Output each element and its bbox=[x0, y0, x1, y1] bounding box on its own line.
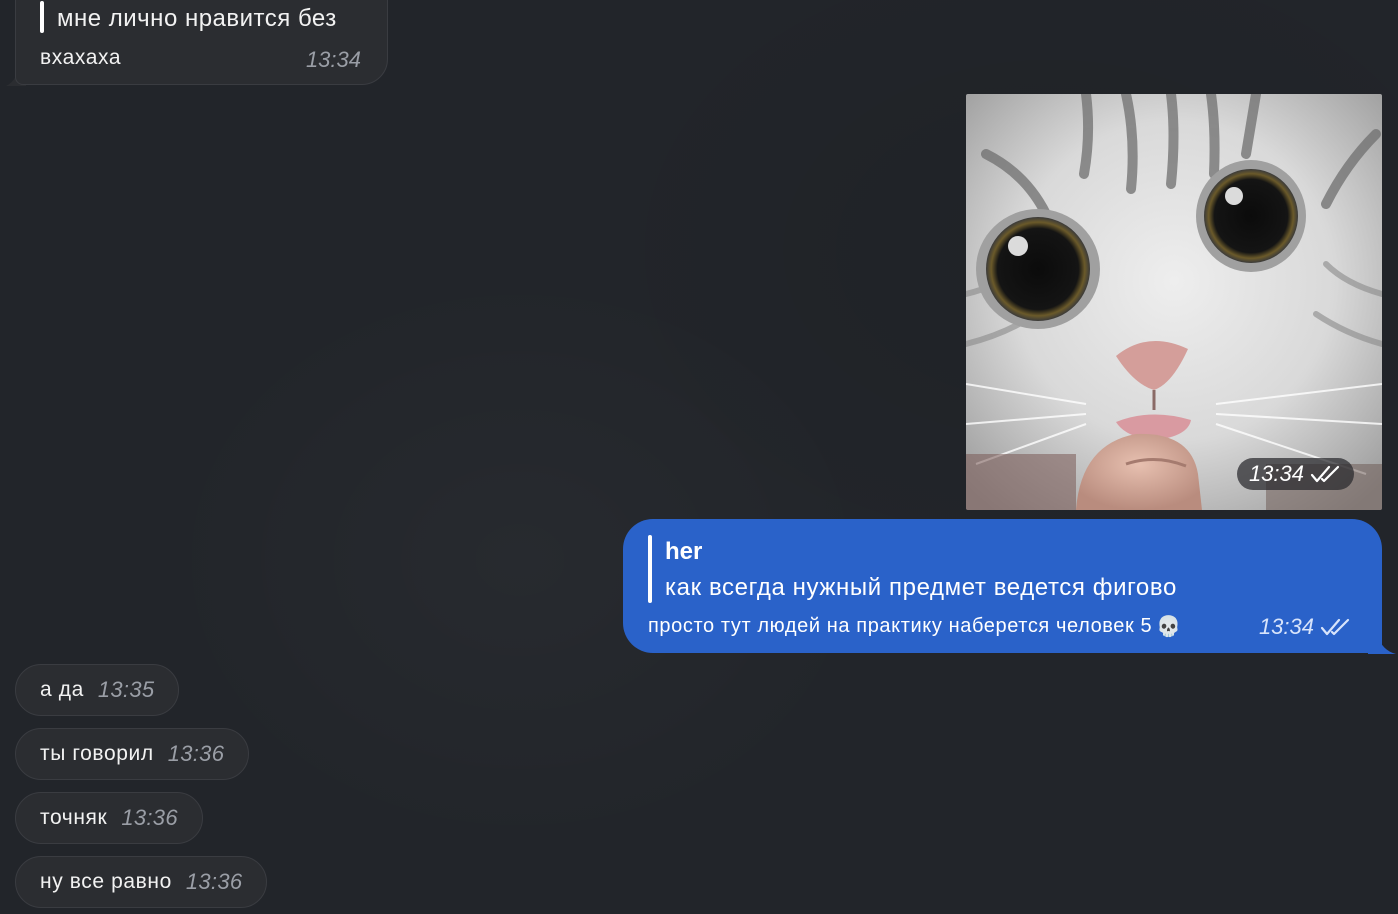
message-body: просто тут людей на практику наберется ч… bbox=[648, 614, 1182, 639]
incoming-message[interactable]: точняк 13:36 bbox=[15, 792, 203, 844]
double-check-icon bbox=[1310, 465, 1340, 483]
skull-emoji: 💀 bbox=[1156, 616, 1182, 638]
cat-photo bbox=[966, 94, 1382, 510]
message-time: 13:34 bbox=[305, 47, 361, 72]
message-text: ну все равно bbox=[40, 870, 172, 893]
incoming-message[interactable]: ну все равно 13:36 bbox=[15, 856, 268, 908]
incoming-message[interactable]: ты говорил 13:36 bbox=[15, 728, 250, 780]
photo-time-badge: 13:34 bbox=[1236, 458, 1354, 490]
message-time: 13:35 bbox=[97, 677, 155, 702]
message-time: 13:36 bbox=[121, 805, 178, 830]
quoted-text[interactable]: как всегда нужный предмет ведется фигово bbox=[665, 574, 1177, 602]
message-text: просто тут людей на практику наберется ч… bbox=[648, 615, 1153, 637]
quoted-text: мне лично нравится без bbox=[57, 5, 337, 32]
message-time: 13:34 bbox=[1258, 614, 1314, 639]
incoming-message-with-quote[interactable]: мне лично нравится без вхахаха 13:34 bbox=[15, 0, 388, 85]
quote-author[interactable]: her bbox=[665, 538, 702, 566]
bubble-tail bbox=[1368, 630, 1396, 654]
double-check-icon bbox=[1320, 618, 1350, 636]
message-text: а да bbox=[40, 678, 84, 701]
quote-bar bbox=[40, 1, 44, 33]
outgoing-reply-message[interactable]: her как всегда нужный предмет ведется фи… bbox=[623, 519, 1382, 653]
message-text: вхахаха bbox=[40, 46, 122, 69]
photo-message[interactable]: 13:34 bbox=[966, 94, 1382, 510]
chat-history: мне лично нравится без вхахаха 13:34 13:… bbox=[0, 0, 1398, 914]
message-time: 13:36 bbox=[167, 741, 225, 766]
quote-bar bbox=[648, 535, 652, 603]
message-text: точняк bbox=[40, 806, 108, 829]
message-meta: 13:34 bbox=[1259, 614, 1352, 640]
message-time: 13:34 bbox=[1248, 461, 1304, 486]
incoming-message[interactable]: а да 13:35 bbox=[15, 664, 180, 716]
message-text: ты говорил bbox=[40, 742, 154, 765]
message-time: 13:36 bbox=[185, 869, 243, 894]
